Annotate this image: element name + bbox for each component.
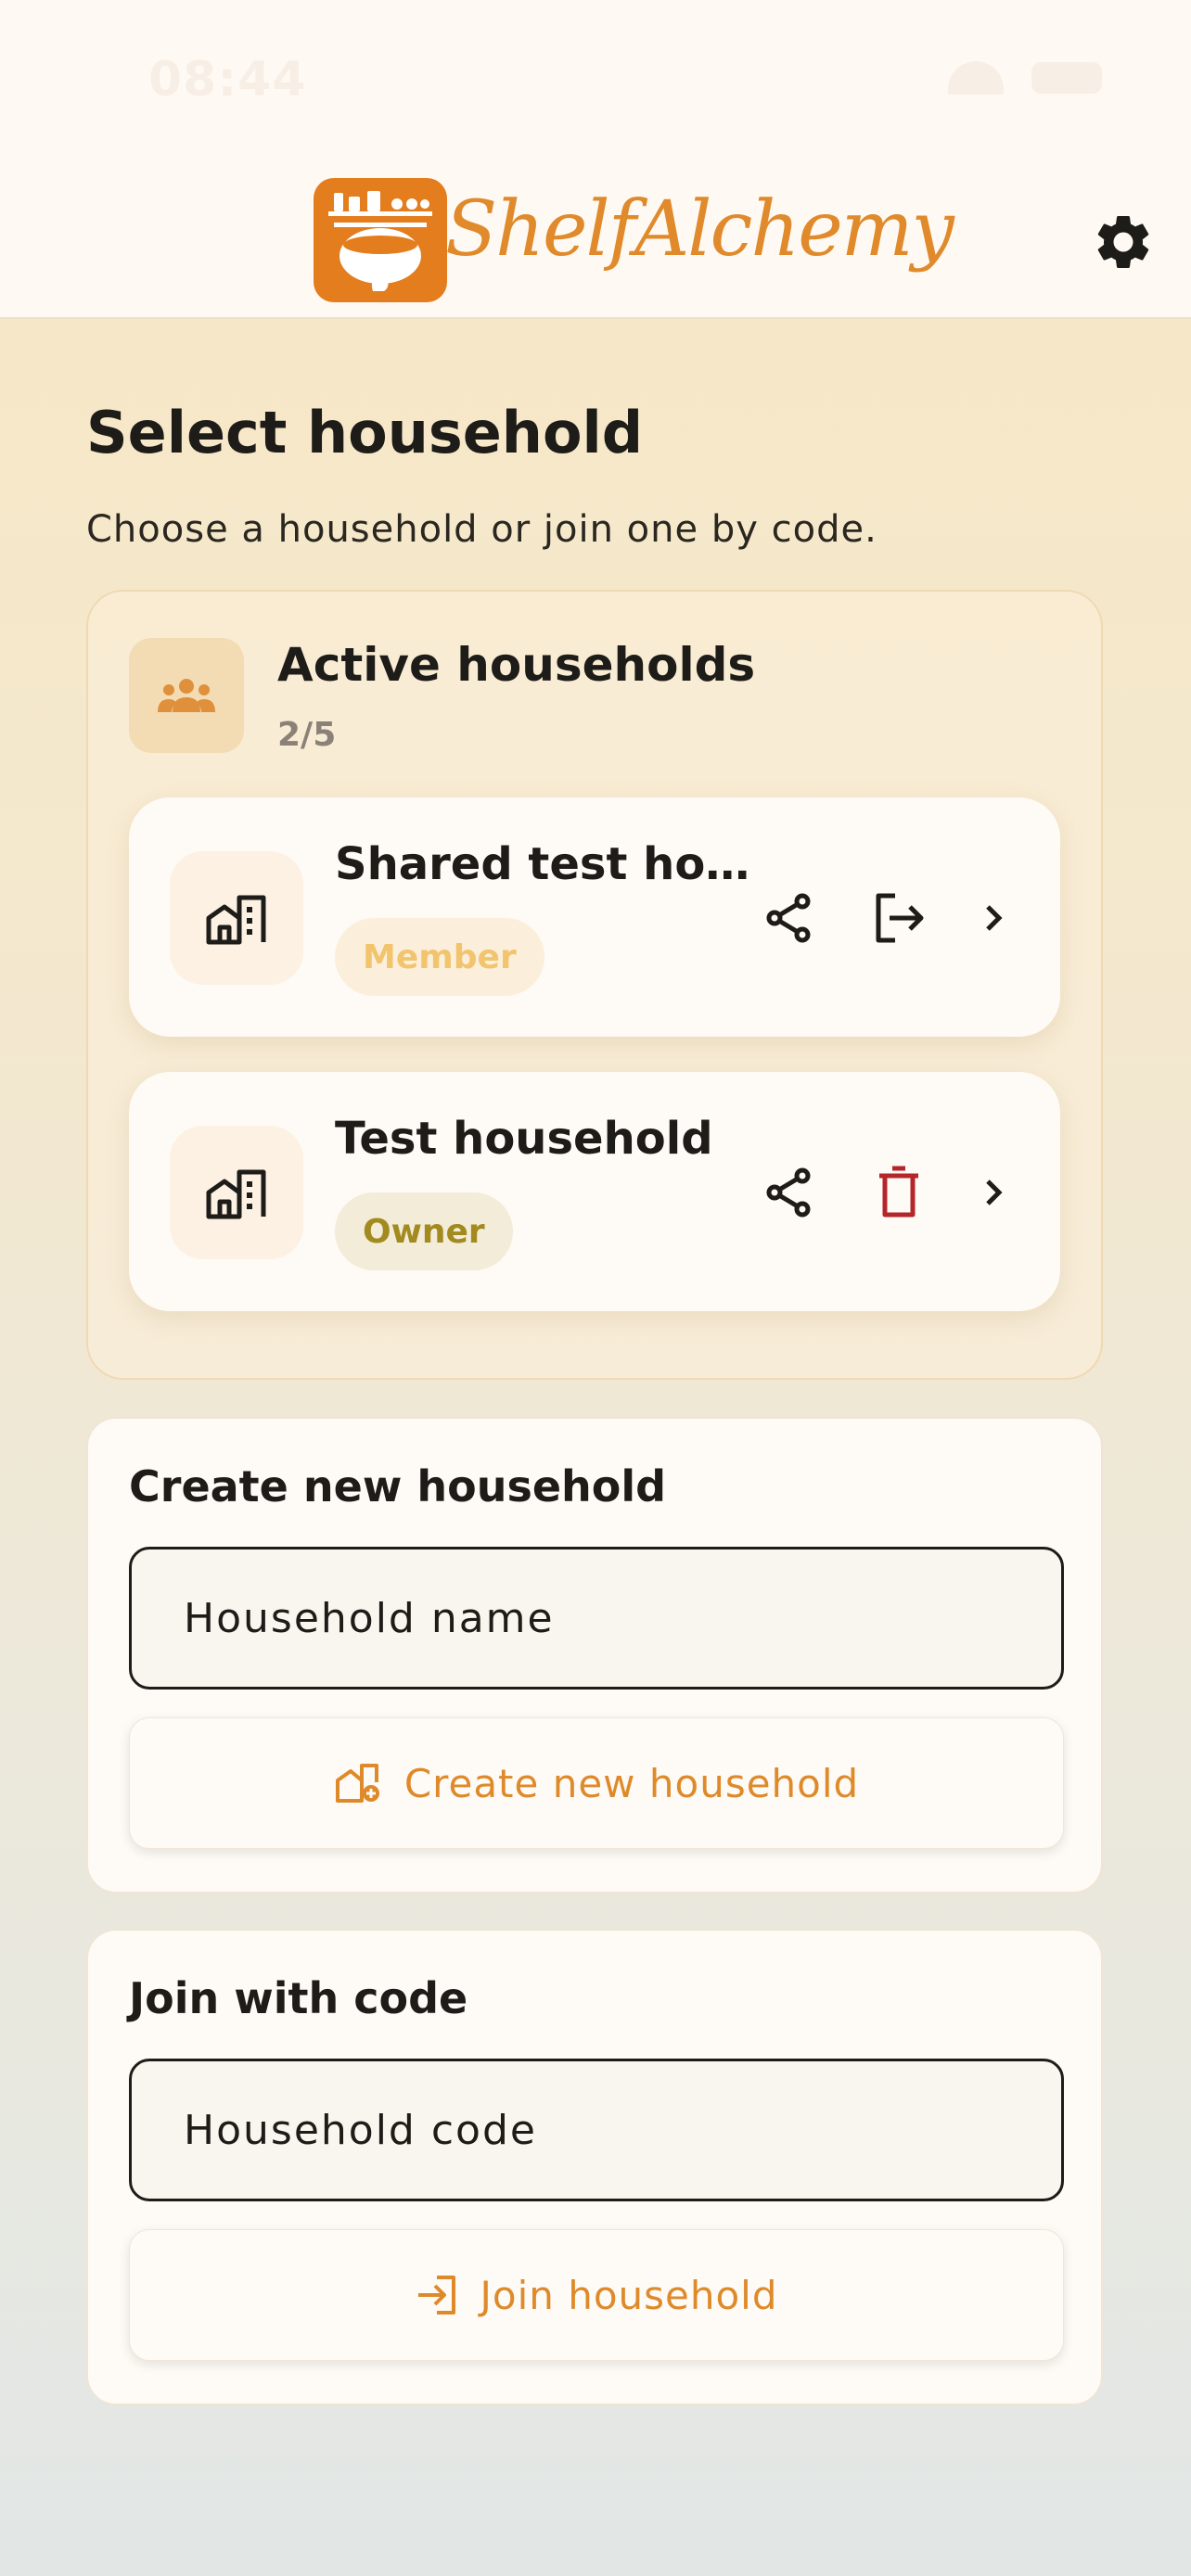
building-icon [170, 1126, 303, 1259]
household-name: Shared test ho… [335, 838, 750, 890]
share-icon [766, 1167, 811, 1218]
create-household-panel: Create new household Create new househol… [86, 1417, 1103, 1894]
share-icon [766, 893, 811, 943]
page-title: Select household [86, 399, 644, 466]
cauldron-shelf-icon [314, 178, 447, 302]
create-household-title: Create new household [129, 1461, 667, 1511]
status-time: 08:44 [148, 52, 307, 108]
leave-household-button[interactable] [860, 879, 938, 957]
page-subtitle: Choose a household or join one by code. [86, 508, 877, 551]
household-name: Test household [335, 1113, 713, 1165]
join-household-title: Join with code [129, 1973, 468, 2023]
battery-icon [1031, 62, 1102, 94]
delete-household-button[interactable] [860, 1154, 938, 1231]
trash-icon [879, 1166, 918, 1218]
open-household-button[interactable] [954, 1154, 1032, 1231]
household-item-test[interactable]: Test household Owner [129, 1072, 1060, 1311]
people-group-icon [129, 638, 244, 753]
join-household-button[interactable]: Join household [129, 2229, 1064, 2361]
app-logo-text: ShelfAlchemy [445, 185, 954, 274]
active-households-count: 2/5 [277, 716, 337, 754]
role-badge-owner: Owner [335, 1192, 513, 1270]
settings-button[interactable] [1091, 210, 1156, 274]
household-name-field [129, 1547, 1064, 1690]
household-code-input[interactable] [132, 2061, 1061, 2199]
household-item-shared[interactable]: Shared test ho… Member [129, 797, 1060, 1037]
leave-icon [876, 893, 924, 943]
join-household-panel: Join with code Join household [86, 1929, 1103, 2405]
chevron-right-icon [986, 905, 1003, 931]
share-household-button[interactable] [750, 1154, 828, 1231]
house-add-icon [335, 1764, 379, 1803]
create-household-button[interactable]: Create new household [129, 1717, 1064, 1849]
chevron-right-icon [986, 1180, 1003, 1205]
role-badge-member: Member [335, 918, 544, 996]
building-icon [170, 851, 303, 985]
active-households-card: Active households 2/5 Shared test ho… Me… [86, 590, 1103, 1380]
app-header: ShelfAlchemy [0, 158, 1191, 319]
household-name-input[interactable] [132, 1549, 1061, 1687]
wifi-icon [948, 61, 1004, 95]
share-household-button[interactable] [750, 879, 828, 957]
gear-icon [1097, 215, 1149, 268]
status-bar: 08:44 [0, 0, 1191, 158]
create-household-button-label: Create new household [403, 1760, 860, 1806]
household-code-field [129, 2059, 1064, 2201]
open-household-button[interactable] [954, 879, 1032, 957]
join-household-button-label: Join household [480, 2272, 778, 2318]
login-arrow-icon [418, 2276, 456, 2315]
active-households-title: Active households [277, 638, 756, 692]
